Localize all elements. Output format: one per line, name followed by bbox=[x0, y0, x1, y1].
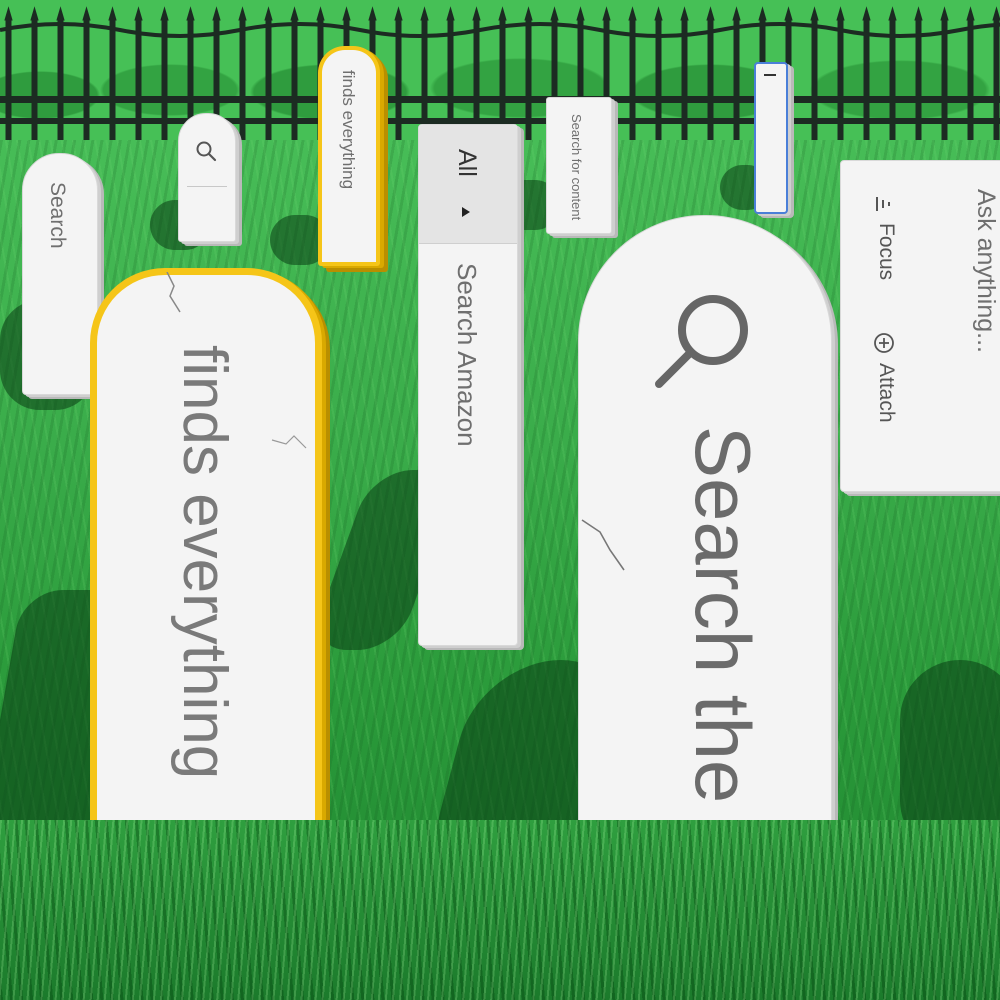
finds-big-label: finds everything bbox=[170, 345, 239, 780]
search-content-label: Search for content bbox=[569, 114, 584, 221]
tombstone-search-content: Search for content bbox=[546, 97, 612, 234]
search-icon bbox=[655, 295, 748, 388]
tombstone-finds-everything: finds everything bbox=[90, 268, 322, 847]
scope-dropdown[interactable]: All bbox=[419, 125, 517, 244]
stone-crack bbox=[166, 272, 181, 313]
stone-crack bbox=[271, 435, 307, 449]
text-cursor-icon bbox=[764, 74, 776, 76]
finds-small-label: finds everything bbox=[339, 70, 358, 190]
search-icon bbox=[196, 141, 217, 162]
plus-circle-icon bbox=[874, 333, 894, 353]
attach-label[interactable]: Attach bbox=[874, 363, 898, 423]
tombstone-search-icon-small bbox=[178, 113, 236, 242]
tombstone-finds-small: finds everything bbox=[318, 46, 380, 266]
filter-lines-icon bbox=[876, 197, 890, 211]
tombstone-text-cursor bbox=[754, 62, 788, 214]
dropdown-arrow-icon bbox=[462, 207, 470, 217]
focus-label[interactable]: Focus bbox=[874, 223, 898, 280]
search-label: Search bbox=[46, 182, 69, 249]
tombstone-ask-anything: Ask anything... Focus Attach bbox=[840, 160, 1000, 492]
stone-crack bbox=[581, 519, 625, 571]
scope-label: All bbox=[453, 149, 481, 177]
tombstone-amazon: All Search Amazon bbox=[418, 124, 518, 646]
tombstone-search-small: Search bbox=[22, 153, 98, 395]
foreground-grass bbox=[0, 820, 1000, 1000]
input-divider bbox=[187, 186, 227, 187]
ask-label: Ask anything... bbox=[972, 189, 1000, 353]
graveyard-scene: Search finds everything Search for conte… bbox=[0, 0, 1000, 1000]
amazon-search-label: Search Amazon bbox=[452, 263, 482, 447]
